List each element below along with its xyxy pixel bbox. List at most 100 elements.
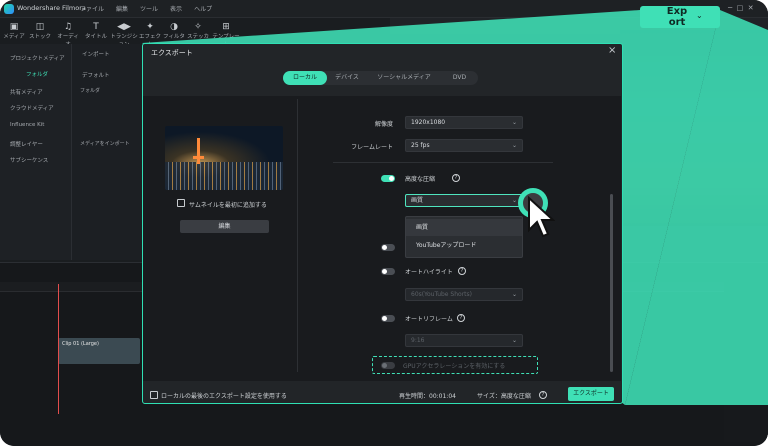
minimize-icon[interactable]: ─ bbox=[728, 4, 732, 12]
chevron-down-icon: ⌄ bbox=[511, 197, 517, 204]
resolution-select[interactable]: 1920x1080 ⌄ bbox=[405, 116, 523, 129]
info-icon[interactable]: ? bbox=[452, 174, 460, 182]
app-title: Wondershare Filmora bbox=[17, 4, 86, 12]
hidden-option-toggle[interactable] bbox=[381, 244, 395, 251]
toggle-knob bbox=[389, 176, 394, 181]
maximize-icon[interactable]: □ bbox=[734, 4, 744, 12]
toolbar-stock-label: ストック bbox=[28, 34, 51, 40]
menu-file[interactable]: ファイル bbox=[80, 4, 104, 13]
gpu-label: GPUアクセラレーションを有効にする bbox=[403, 363, 506, 370]
dropdown-option-quality[interactable]: 画質 bbox=[406, 219, 522, 236]
toolbar: ▣メディア ◫ストック ♫オーディオ Tタイトル ◀▶トランジション ✦エフェク… bbox=[0, 18, 330, 48]
city-lights-image bbox=[165, 162, 283, 190]
advanced-compression-toggle[interactable] bbox=[381, 175, 395, 182]
auto-reframe-toggle[interactable] bbox=[381, 315, 395, 322]
column-divider bbox=[297, 99, 298, 372]
export-callout[interactable]: Exp ort ⌄ bbox=[640, 6, 720, 28]
audio-meter bbox=[724, 282, 768, 442]
framerate-select[interactable]: 25 fps ⌄ bbox=[405, 139, 523, 152]
menu-view[interactable]: 表示 bbox=[170, 4, 182, 13]
compression-mode-select[interactable]: 画質 ⌄ bbox=[405, 194, 523, 207]
toolbar-media-label: メディア bbox=[3, 34, 25, 40]
menu-edit[interactable]: 編集 bbox=[116, 4, 128, 13]
duration-text: 再生時間：00:01:04 bbox=[399, 393, 456, 400]
advanced-compression-label: 高度な圧縮 bbox=[405, 176, 436, 183]
sticker-icon: ✧ bbox=[194, 22, 202, 32]
default-sort[interactable]: デフォルト bbox=[82, 71, 110, 79]
framerate-label: フレームレート bbox=[351, 144, 393, 151]
preview-viewer bbox=[620, 30, 768, 226]
tab-local[interactable]: ローカル bbox=[283, 71, 327, 85]
auto-highlight-toggle[interactable] bbox=[381, 268, 395, 275]
sidebar-item-cloud-media[interactable]: クラウドメディア bbox=[10, 104, 54, 112]
size-text: サイズ：高度な圧縮 bbox=[477, 393, 531, 400]
thumbnail-checkbox[interactable] bbox=[177, 199, 185, 207]
auto-highlight-label: オートハイライト bbox=[405, 269, 453, 276]
stock-icon: ◫ bbox=[35, 22, 45, 32]
sidebar-item-shared-media[interactable]: 共有メディア bbox=[10, 88, 43, 96]
thumbnail-checkbox-label: サムネイルを最初に追加する bbox=[189, 202, 267, 209]
toolbar-stock[interactable]: ◫ ストック bbox=[28, 22, 52, 40]
section-divider bbox=[333, 162, 553, 163]
menu-tools[interactable]: ツール bbox=[140, 4, 158, 13]
music-icon: ♫ bbox=[63, 22, 73, 32]
callout-label: Exp ort bbox=[666, 6, 688, 28]
toggle-knob bbox=[382, 316, 387, 321]
framerate-value: 25 fps bbox=[411, 142, 430, 149]
sidebar-item-project-media[interactable]: プロジェクトメディア bbox=[10, 54, 65, 62]
app-window: Wondershare Filmora ファイル 編集 ツール 表示 ヘルプ ─… bbox=[0, 0, 768, 446]
filter-icon: ◑ bbox=[170, 22, 178, 32]
sidebar-item-influence-kit[interactable]: Influence Kit bbox=[10, 122, 44, 128]
filmora-logo-icon bbox=[4, 4, 14, 14]
sidebar-item-folder[interactable]: フォルダ bbox=[26, 70, 48, 78]
chevron-down-icon: ⌄ bbox=[511, 337, 517, 344]
auto-highlight-select: 60s(YouTube Shorts) ⌄ bbox=[405, 288, 523, 301]
settings-scrollbar[interactable] bbox=[610, 194, 613, 372]
transition-icon: ◀▶ bbox=[117, 22, 131, 32]
tab-social-media[interactable]: ソーシャルメディア bbox=[367, 71, 441, 85]
auto-highlight-value: 60s(YouTube Shorts) bbox=[411, 291, 472, 298]
info-icon[interactable]: ? bbox=[458, 267, 466, 275]
tab-device[interactable]: デバイス bbox=[327, 71, 367, 85]
toolbar-title-label: タイトル bbox=[84, 34, 107, 40]
chevron-down-icon: ⌄ bbox=[511, 291, 517, 298]
folder-heading: フォルダ bbox=[80, 88, 101, 94]
tab-dvd[interactable]: DVD bbox=[441, 71, 478, 85]
import-button[interactable]: インポート bbox=[82, 50, 110, 58]
playhead[interactable] bbox=[58, 284, 59, 414]
export-button[interactable]: エクスポート bbox=[568, 387, 614, 401]
compression-mode-value: 画質 bbox=[411, 197, 424, 204]
export-tabs: ローカル デバイス ソーシャルメディア DVD bbox=[283, 71, 478, 85]
dropdown-option-youtube-upload[interactable]: YouTubeアップロード bbox=[406, 237, 522, 254]
info-icon[interactable]: ? bbox=[457, 314, 465, 322]
use-last-settings-checkbox[interactable] bbox=[150, 391, 158, 399]
close-icon[interactable]: × bbox=[608, 45, 616, 56]
toolbar-title[interactable]: T タイトル bbox=[84, 22, 108, 40]
effects-icon: ✦ bbox=[146, 22, 154, 32]
tower-image bbox=[197, 138, 200, 164]
gpu-toggle[interactable] bbox=[381, 362, 395, 369]
toggle-knob bbox=[382, 363, 387, 368]
toolbar-media[interactable]: ▣ メディア bbox=[2, 22, 26, 40]
import-media-label[interactable]: メディアをインポート bbox=[80, 140, 130, 147]
info-icon[interactable]: ? bbox=[539, 391, 547, 399]
media-browser: インポート デフォルト フォルダ メディアをインポート bbox=[72, 44, 146, 260]
sidebar-item-adjustment-layer[interactable]: 調整レイヤー bbox=[10, 140, 43, 148]
sidebar-item-subsequence[interactable]: サブシーケンス bbox=[10, 156, 48, 164]
menu-bar: ファイル 編集 ツール 表示 ヘルプ bbox=[80, 4, 212, 13]
close-window-icon[interactable]: ✕ bbox=[746, 4, 754, 12]
resolution-label: 解像度 bbox=[374, 121, 393, 128]
video-clip[interactable]: Clip 01 (Large) bbox=[58, 338, 140, 364]
mouse-cursor-icon bbox=[528, 196, 555, 238]
clip-label: Clip 01 (Large) bbox=[62, 341, 99, 347]
gpu-acceleration-row: GPUアクセラレーションを有効にする bbox=[372, 356, 538, 374]
export-thumbnail bbox=[165, 126, 283, 190]
title-icon: T bbox=[93, 22, 99, 32]
dialog-title: エクスポート bbox=[151, 49, 193, 57]
window-controls: ─ □ ✕ bbox=[728, 4, 754, 12]
chevron-down-icon: ⌄ bbox=[511, 142, 517, 149]
media-icon: ▣ bbox=[9, 22, 19, 32]
menu-help[interactable]: ヘルプ bbox=[194, 4, 212, 13]
auto-reframe-value: 9:16 bbox=[411, 337, 425, 344]
edit-button[interactable]: 編集 bbox=[180, 220, 269, 233]
